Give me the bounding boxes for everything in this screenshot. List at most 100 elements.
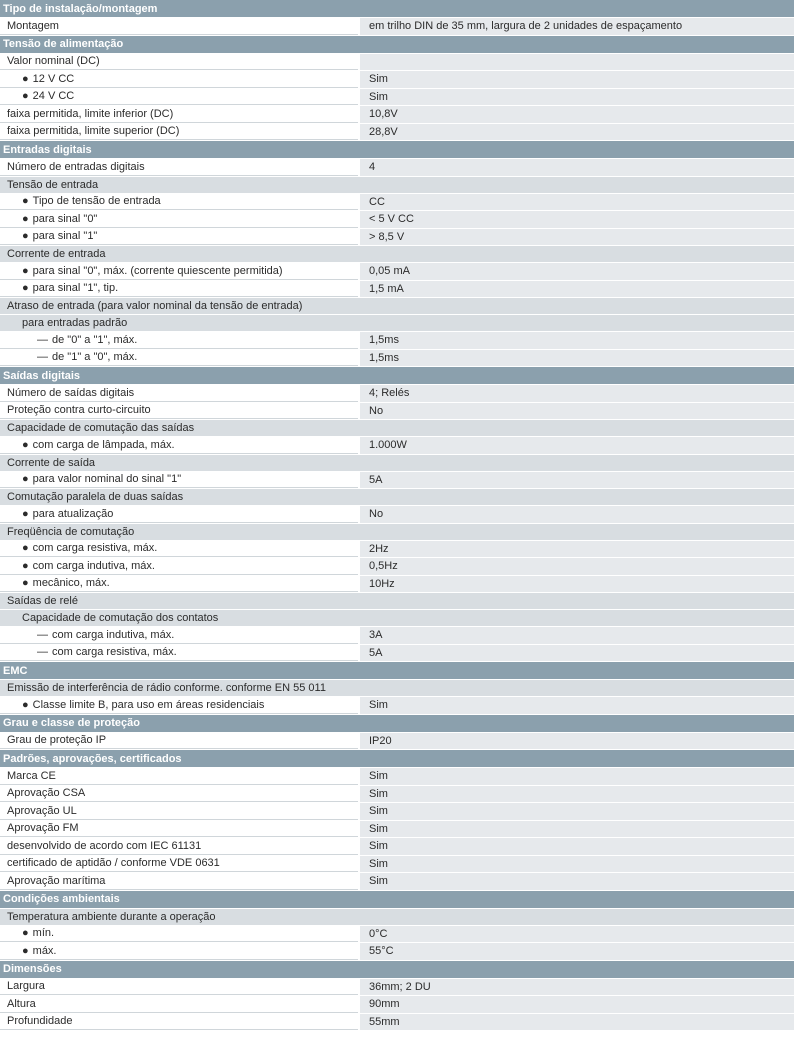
- spec-value: Sim: [358, 768, 794, 785]
- spec-row-classe-limite-b-para-uso-em-areas-reside: ● Classe limite B, para uso em áreas resi…: [0, 697, 794, 715]
- section-header-tipo-de-instalacao-montagem: Tipo de instalação/montagem: [0, 0, 794, 18]
- spec-label-cell: Aprovação FM: [0, 820, 358, 837]
- spec-label-cell: ● para valor nominal do sinal "1": [0, 471, 358, 488]
- spec-value: > 8,5 V: [358, 228, 794, 245]
- spec-value: 0,5Hz: [358, 558, 794, 575]
- spec-label-cell: Montagem: [0, 18, 358, 35]
- spec-row-para-sinal-1-tip: ● para sinal "1", tip. 1,5 mA: [0, 280, 794, 298]
- spec-label: com carga resistiva, máx.: [32, 542, 158, 555]
- bullet-icon: ●: [22, 264, 29, 277]
- spec-label: desenvolvido de acordo com IEC 61131: [7, 839, 202, 852]
- spec-row-com-carga-resistiva-max: ● com carga resistiva, máx. 2Hz: [0, 540, 794, 558]
- spec-row-valor-nominal-dc: Valor nominal (DC): [0, 53, 794, 71]
- spec-row-max: ● máx. 55°C: [0, 943, 794, 961]
- spec-value: CC: [358, 193, 794, 210]
- spec-row-para-atualizacao: ● para atualização No: [0, 506, 794, 524]
- spec-row-aprovacao-csa: Aprovação CSA Sim: [0, 785, 794, 803]
- spec-row-montagem: Montagem em trilho DIN de 35 mm, largura …: [0, 18, 794, 36]
- spec-value: 28,8V: [358, 123, 794, 140]
- dash-icon: —: [37, 646, 48, 659]
- subgroup-header-saidas-de-rele: Saídas de relé: [0, 593, 794, 610]
- bullet-icon: ●: [22, 542, 29, 555]
- spec-row-com-carga-indutiva-max: — com carga indutiva, máx. 3A: [0, 627, 794, 645]
- bullet-icon: ●: [22, 698, 29, 711]
- section-header-emc: EMC: [0, 662, 794, 680]
- subgroup-title: para entradas padrão: [22, 317, 128, 329]
- spec-value: 4: [358, 159, 794, 176]
- spec-label-cell: Marca CE: [0, 768, 358, 785]
- spec-label-cell: ● para sinal "1", tip.: [0, 280, 358, 297]
- spec-value: Sim: [358, 820, 794, 837]
- subgroup-title: Freqüência de comutação: [7, 525, 135, 538]
- spec-value: 10,8V: [358, 106, 794, 123]
- bullet-icon: ●: [22, 473, 29, 486]
- spec-value: [358, 53, 794, 70]
- spec-label-cell: ● com carga indutiva, máx.: [0, 558, 358, 575]
- spec-row-para-sinal-0: ● para sinal "0" < 5 V CC: [0, 211, 794, 229]
- spec-label: mecânico, máx.: [32, 577, 110, 590]
- section-header-padroes-aprovacoes-certificados: Padrões, aprovações, certificados: [0, 750, 794, 768]
- bullet-icon: ●: [22, 577, 29, 590]
- subgroup-header-para-entradas-padrao: para entradas padrão: [0, 315, 794, 332]
- spec-label: Número de saídas digitais: [7, 386, 135, 399]
- spec-label-cell: ● máx.: [0, 943, 358, 960]
- section-header-saidas-digitais: Saídas digitais: [0, 367, 794, 385]
- subgroup-header-corrente-de-saida: Corrente de saída: [0, 454, 794, 472]
- spec-label: Classe limite B, para uso em áreas resid…: [32, 698, 265, 711]
- subgroup-title: Comutação paralela de duas saídas: [7, 491, 184, 503]
- spec-value: Sim: [358, 855, 794, 872]
- spec-label-cell: ● para sinal "0", máx. (corrente quiescen…: [0, 263, 358, 280]
- dash-icon: —: [37, 351, 48, 364]
- spec-label: Aprovação CSA: [7, 787, 86, 800]
- spec-label-cell: ● mín.: [0, 925, 358, 942]
- section-header-dimensoes: Dimensões: [0, 960, 794, 979]
- spec-label: mín.: [32, 927, 55, 940]
- spec-label: Profundidade: [7, 1015, 73, 1028]
- spec-label: 12 V CC: [32, 72, 75, 85]
- section-title: Padrões, aprovações, certificados: [3, 752, 182, 765]
- subgroup-header-capacidade-de-comutacao-dos-contatos: Capacidade de comutação dos contatos: [0, 610, 794, 627]
- subgroup-title: Temperatura ambiente durante a operação: [7, 910, 216, 923]
- spec-label-cell: faixa permitida, limite inferior (DC): [0, 106, 358, 123]
- spec-value: 1.000W: [358, 437, 794, 454]
- spec-row-largura: Largura 36mm; 2 DU: [0, 978, 794, 996]
- spec-label: máx.: [32, 944, 57, 957]
- section-title: EMC: [3, 664, 28, 677]
- spec-label-cell: Altura: [0, 996, 358, 1013]
- bullet-icon: ●: [22, 507, 29, 520]
- spec-label: Aprovação marítima: [7, 874, 106, 887]
- subgroup-title: Tensão de entrada: [7, 178, 99, 191]
- spec-value: Sim: [358, 71, 794, 88]
- spec-row-faixa-permitida-limite-superior-dc: faixa permitida, limite superior (DC) 28,…: [0, 123, 794, 141]
- spec-label-cell: Largura: [0, 978, 358, 995]
- spec-table: Tipo de instalação/montagem Montagem em tr…: [0, 0, 794, 1031]
- subgroup-header-atraso-de-entrada-para-valor-nominal-da-: Atraso de entrada (para valor nominal da…: [0, 298, 794, 315]
- spec-row-tipo-de-tensao-de-entrada: ● Tipo de tensão de entrada CC: [0, 193, 794, 211]
- spec-label-cell: Proteção contra curto-circuito: [0, 402, 358, 419]
- spec-value: 36mm; 2 DU: [358, 978, 794, 995]
- spec-label: Aprovação FM: [7, 822, 79, 835]
- spec-label: Proteção contra curto-circuito: [7, 404, 151, 417]
- spec-row-para-valor-nominal-do-sinal-1: ● para valor nominal do sinal "1" 5A: [0, 471, 794, 489]
- spec-row-de-1-a-0-max: — de "1" a "0", máx. 1,5ms: [0, 349, 794, 367]
- spec-row-com-carga-indutiva-max: ● com carga indutiva, máx. 0,5Hz: [0, 558, 794, 576]
- subgroup-title: Corrente de entrada: [7, 248, 106, 260]
- spec-row-para-sinal-0-max-corrente-quiescente-per: ● para sinal "0", máx. (corrente quiescen…: [0, 263, 794, 281]
- spec-label-cell: faixa permitida, limite superior (DC): [0, 123, 358, 140]
- spec-label: para sinal "1": [32, 230, 98, 243]
- spec-value: 1,5ms: [358, 332, 794, 349]
- spec-row-numero-de-saidas-digitais: Número de saídas digitais 4; Relés: [0, 385, 794, 403]
- spec-label: faixa permitida, limite superior (DC): [7, 125, 180, 138]
- spec-row-aprovacao-fm: Aprovação FM Sim: [0, 820, 794, 838]
- spec-row-marca-ce: Marca CE Sim: [0, 768, 794, 786]
- spec-label-cell: — de "1" a "0", máx.: [0, 349, 358, 366]
- spec-label-cell: Grau de proteção IP: [0, 732, 358, 749]
- spec-value: 5A: [358, 471, 794, 488]
- subgroup-title: Capacidade de comutação das saídas: [7, 422, 195, 434]
- spec-label: com carga de lâmpada, máx.: [32, 438, 175, 451]
- spec-value: IP20: [358, 732, 794, 749]
- section-title: Entradas digitais: [3, 143, 92, 156]
- spec-label-cell: ● com carga resistiva, máx.: [0, 540, 358, 557]
- spec-label: 24 V CC: [32, 90, 75, 103]
- spec-value: 0°C: [358, 925, 794, 942]
